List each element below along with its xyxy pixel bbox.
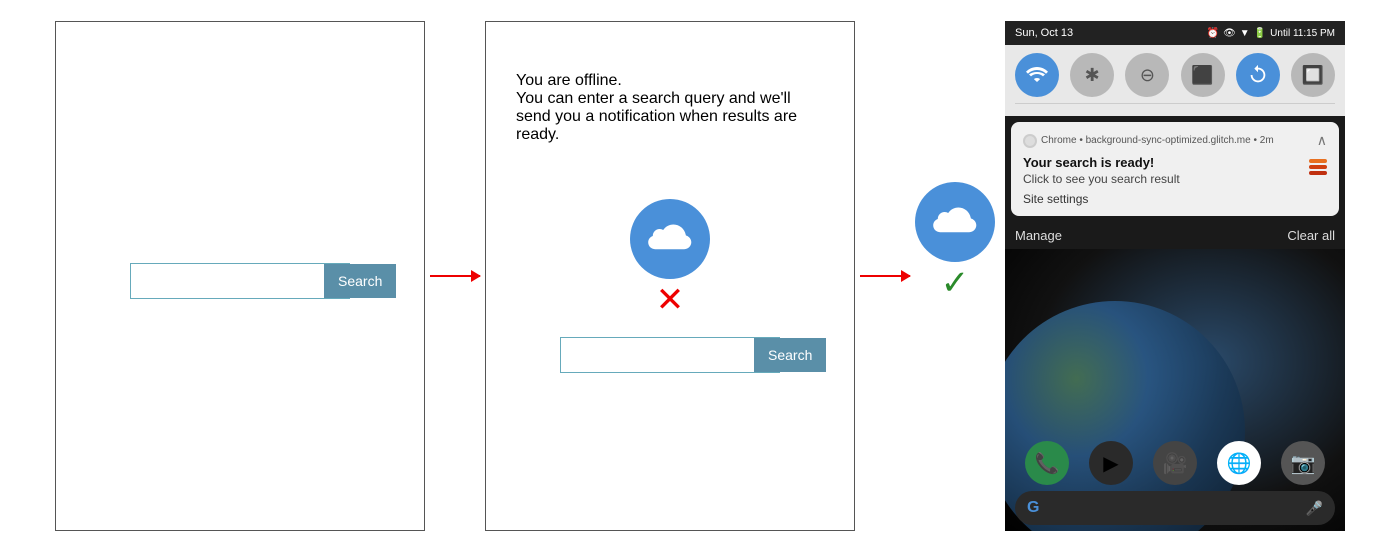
notif-source: Chrome • background-sync-optimized.glitc…: [1041, 135, 1274, 146]
quick-icons-row: ✱ ⊖ ⬛ 🔲: [1015, 53, 1335, 97]
google-mic-icon[interactable]: 🎤: [1306, 500, 1323, 517]
status-icons: ⏰ 👁 ▼ 🔋 Until 11:15 PM: [1207, 28, 1335, 39]
main-container: Search You are offline. You can enter a …: [0, 0, 1400, 552]
arrow-2-container: [855, 21, 915, 531]
notification-card[interactable]: Chrome • background-sync-optimized.glitc…: [1011, 122, 1339, 216]
arrow-2-line: [860, 275, 910, 277]
dnd-quick-icon[interactable]: ⊖: [1125, 53, 1169, 97]
chrome-icon: [1023, 134, 1037, 148]
dock-row: 📞 ▶ 🎥 🌐 📷: [1005, 435, 1345, 491]
notif-header: Chrome • background-sync-optimized.glitc…: [1023, 132, 1327, 149]
search-bar-1: Search: [130, 263, 350, 299]
notif-body: Your search is ready! Click to see you s…: [1023, 155, 1180, 186]
wifi-status-icon: ▼: [1240, 28, 1250, 39]
chrome-dock-icon[interactable]: 🌐: [1217, 441, 1261, 485]
flashlight-quick-icon[interactable]: ⬛: [1181, 53, 1225, 97]
notif-header-left: Chrome • background-sync-optimized.glitc…: [1023, 134, 1274, 148]
video-dock-icon[interactable]: 🎥: [1153, 441, 1197, 485]
status-bar: Sun, Oct 13 ⏰ 👁 ▼ 🔋 Until 11:15 PM: [1005, 21, 1345, 45]
search-input-2[interactable]: [561, 338, 754, 372]
play-dock-icon[interactable]: ▶: [1089, 441, 1133, 485]
online-check-mark: ✓: [941, 266, 970, 300]
alarm-icon: ⏰: [1207, 28, 1219, 39]
offline-text-block: You are offline. You can enter a search …: [516, 72, 824, 144]
manage-button[interactable]: Manage: [1015, 228, 1062, 243]
phone-dock-icon[interactable]: 📞: [1025, 441, 1069, 485]
site-settings-link[interactable]: Site settings: [1023, 192, 1327, 206]
battery-icon: 🔋: [1254, 28, 1266, 39]
search-bar-2: Search: [560, 337, 780, 373]
battery-saver-quick-icon[interactable]: 🔲: [1291, 53, 1335, 97]
wallpaper-area: 📞 ▶ 🎥 🌐 📷 G 🎤: [1005, 249, 1345, 531]
search-button-2[interactable]: Search: [754, 338, 826, 372]
search-button-1[interactable]: Search: [324, 264, 396, 298]
quick-settings: ✱ ⊖ ⬛ 🔲: [1005, 45, 1345, 116]
google-search-bar[interactable]: G 🎤: [1015, 491, 1335, 525]
google-logo: G: [1027, 499, 1039, 517]
android-panel: Sun, Oct 13 ⏰ 👁 ▼ 🔋 Until 11:15 PM ✱ ⊖: [1005, 21, 1345, 531]
cloud-check-outer: ✓: [915, 21, 995, 531]
quick-settings-divider: [1015, 103, 1335, 104]
offline-x-mark: ✕: [656, 283, 685, 317]
arrow-1-line: [430, 275, 480, 277]
cloud-icon-online: ✓: [915, 182, 995, 300]
clear-all-button[interactable]: Clear all: [1287, 228, 1335, 243]
notif-collapse-icon[interactable]: ∧: [1317, 132, 1327, 149]
notif-title: Your search is ready!: [1023, 155, 1180, 170]
cloud-icon-offline: ✕: [630, 199, 710, 317]
battery-time: Until 11:15 PM: [1270, 28, 1335, 39]
cloud-circle-offline: [630, 199, 710, 279]
arrow-1: [430, 275, 480, 277]
panel-2-frame: You are offline. You can enter a search …: [485, 21, 855, 531]
camera-dock-icon[interactable]: 📷: [1281, 441, 1325, 485]
panel-2-bottom: ✕ Search: [560, 199, 780, 373]
bluetooth-quick-icon[interactable]: ✱: [1070, 53, 1114, 97]
panel-1-frame: Search: [55, 21, 425, 531]
arrow-1-container: [425, 21, 485, 531]
panel-3-outer: ✓ Sun, Oct 13 ⏰ 👁 ▼ 🔋 Until 11:15 PM: [915, 21, 1345, 531]
notif-subtitle: Click to see you search result: [1023, 172, 1180, 186]
status-date: Sun, Oct 13: [1015, 27, 1073, 39]
wifi-quick-icon[interactable]: [1015, 53, 1059, 97]
cloud-svg-online: [929, 202, 981, 242]
offline-line1: You are offline.: [516, 72, 824, 90]
eye-icon: 👁: [1223, 28, 1236, 39]
sync-quick-icon[interactable]: [1236, 53, 1280, 97]
cloud-circle-online: [915, 182, 995, 262]
arrow-2: [860, 275, 910, 277]
cloud-svg-offline: [644, 219, 696, 259]
manage-bar: Manage Clear all: [1005, 222, 1345, 249]
notif-app-icon: [1309, 159, 1327, 175]
offline-line2: You can enter a search query and we'll s…: [516, 90, 824, 144]
panel-2-content: You are offline. You can enter a search …: [486, 22, 854, 530]
search-input-1[interactable]: [131, 264, 324, 298]
